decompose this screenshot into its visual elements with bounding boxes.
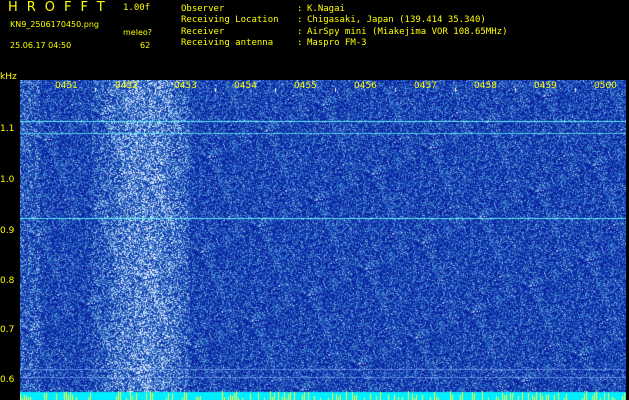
receiver-value: AirSpy mini (Miakejima VOR 108.65MHz)	[307, 27, 508, 37]
hrofft-window: HROFFT 1.00f KN9_2506170450.png meleo? 2…	[0, 0, 629, 400]
x-tick-label: 0458	[474, 81, 497, 91]
x-tick-label: 0452	[115, 81, 138, 91]
meleo-count: 62	[140, 41, 151, 50]
observer-label: Observer	[181, 4, 225, 14]
meleo-label: meleo?	[123, 28, 152, 37]
y-tick-label: 0.7	[0, 325, 15, 335]
x-tick-label: 0451	[55, 81, 78, 91]
x-tick-label: 0454	[234, 81, 257, 91]
y-unit-label: kHz	[0, 72, 17, 82]
x-tick-label: 0459	[534, 81, 557, 91]
y-tick-label: 0.9	[0, 226, 15, 236]
receiver-sep: :	[297, 27, 303, 37]
x-tick-label: 0456	[354, 81, 377, 91]
y-tick-label: 1.0	[0, 175, 15, 185]
x-tick-label: 0457	[414, 81, 437, 91]
observer-value: K.Nagai	[307, 4, 345, 14]
location-sep: :	[297, 15, 303, 25]
spectrogram-panel	[20, 80, 626, 400]
app-title: HROFFT	[8, 0, 114, 15]
antenna-sep: :	[297, 38, 303, 48]
location-value: Chigasaki, Japan (139.414 35.340)	[307, 15, 486, 25]
filename-label: KN9_2506170450.png	[10, 20, 99, 29]
y-tick-label: 1.1	[0, 124, 15, 134]
x-tick-label: 0500	[594, 81, 617, 91]
version-label: 1.00f	[123, 3, 151, 13]
antenna-label: Receiving antenna	[181, 38, 274, 48]
receiver-label: Receiver	[181, 27, 225, 37]
datetime-label: 25.06.17 04:50	[10, 41, 72, 50]
x-tick-label: 0453	[174, 81, 197, 91]
x-tick-label: 0455	[294, 81, 317, 91]
spectrogram-canvas	[20, 80, 626, 400]
y-tick-label: 0.8	[0, 276, 15, 286]
y-tick-label: 0.6	[0, 375, 15, 385]
antenna-value: Maspro FM-3	[307, 38, 367, 48]
location-label: Receiving Location	[181, 15, 279, 25]
observer-sep: :	[297, 4, 303, 14]
